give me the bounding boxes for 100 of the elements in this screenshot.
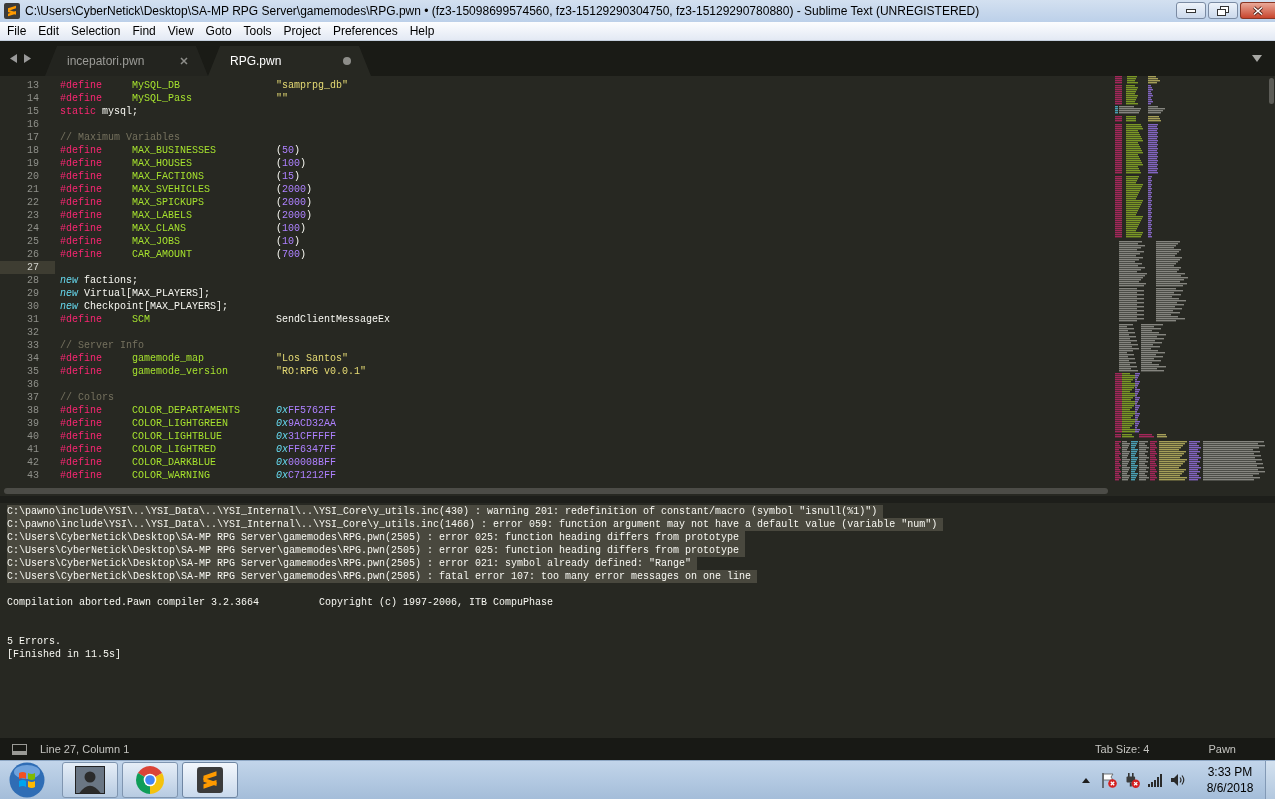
line-number: 25	[27, 236, 39, 247]
line-number: 29	[27, 288, 39, 299]
line-number: 38	[27, 405, 39, 416]
speaker-icon[interactable]	[1170, 773, 1186, 787]
menu-item[interactable]: Edit	[32, 22, 66, 40]
s-logo-icon	[4, 3, 20, 19]
close-icon	[1252, 5, 1264, 16]
code-line: #define MAX_FACTIONS (15)	[59, 170, 301, 183]
code-line: #define COLOR_LIGHTGREEN 0x9ACD32AA	[59, 417, 337, 430]
line-number: 23	[27, 210, 39, 221]
line-number: 18	[27, 145, 39, 156]
restore-button[interactable]	[1208, 2, 1238, 19]
code-line: #define MAX_HOUSES (100)	[59, 157, 307, 170]
code-line: #define gamemode_version "RO:RPG v0.0.1"	[59, 365, 367, 378]
code-line: #define CAR_AMOUNT (700)	[59, 248, 307, 261]
code-line: #define MAX_LABELS (2000)	[59, 209, 313, 222]
code-comment: // Maximum Variables	[59, 131, 181, 144]
line-number: 41	[27, 444, 39, 455]
left-arrow-icon[interactable]	[10, 54, 17, 63]
line-number: 39	[27, 418, 39, 429]
code-line: #define COLOR_WARNING 0xC71212FF	[59, 469, 337, 482]
taskbar-button[interactable]	[62, 762, 118, 798]
code-line: #define COLOR_LIGHTRED 0xFF6347FF	[59, 443, 337, 456]
line-number: 42	[27, 457, 39, 468]
dropdown-arrow-icon[interactable]	[1252, 55, 1262, 62]
tricolor-circle-icon	[136, 766, 164, 794]
menu-item[interactable]: Goto	[199, 22, 238, 40]
line-number: 14	[27, 93, 39, 104]
line-number: 26	[27, 249, 39, 260]
code-line: #define MAX_BUSINESSES (50)	[59, 144, 301, 157]
code-comment: // Server Info	[59, 339, 144, 352]
close-icon[interactable]	[180, 57, 188, 65]
line-number: 40	[27, 431, 39, 442]
windows-logo-icon	[9, 762, 45, 798]
menu-item[interactable]: Help	[403, 22, 441, 40]
scrollbar-thumb[interactable]	[1269, 78, 1274, 104]
line-number: 30	[27, 301, 39, 312]
code-line: #define SCM SendClientMessageEx	[59, 313, 391, 326]
code-line: #define COLOR_DARKBLUE 0x00008BFF	[59, 456, 337, 469]
tab-size[interactable]: Tab Size: 4	[1095, 743, 1150, 755]
taskbar-button[interactable]	[182, 762, 238, 798]
line-number: 37	[27, 392, 39, 403]
output-line: Copyright (c) 1997-2006, ITB CompuPhase	[319, 597, 554, 608]
line-number: 43	[27, 470, 39, 481]
menu-item[interactable]: File	[1, 22, 33, 40]
clock-date[interactable]: 8/6/2018	[1206, 780, 1254, 796]
dot-icon[interactable]	[343, 57, 351, 65]
line-number: 21	[27, 184, 39, 195]
line-number: 31	[27, 314, 39, 325]
close-button[interactable]	[1240, 2, 1275, 19]
line-number: 19	[27, 158, 39, 169]
code-line: #define MAX_JOBS (10)	[59, 235, 301, 248]
signal-bars-icon[interactable]	[1147, 773, 1163, 787]
code-line: #define gamemode_map "Los Santos"	[59, 352, 349, 365]
code-line: new factions;	[59, 274, 139, 287]
menu-item[interactable]: View	[161, 22, 200, 40]
code-line: new Checkpoint[MAX_PLAYERS];	[59, 300, 229, 313]
code-line: #define MAX_SPICKUPS (2000)	[59, 196, 313, 209]
plug-icon[interactable]	[1124, 772, 1140, 788]
panel-icon[interactable]	[12, 743, 27, 755]
person-silhouette-icon	[75, 766, 105, 794]
menu-item[interactable]: Project	[277, 22, 327, 40]
flag-icon[interactable]	[1101, 772, 1117, 788]
code-line: static mysql;	[59, 105, 139, 118]
menu-item[interactable]: Preferences	[326, 22, 404, 40]
line-number: 20	[27, 171, 39, 182]
menu-item[interactable]: Selection	[65, 22, 127, 40]
right-arrow-icon[interactable]	[24, 54, 31, 63]
syntax-name[interactable]: Pawn	[1208, 743, 1236, 755]
code-line: #define COLOR_LIGHTBLUE 0x31CFFFFF	[59, 430, 337, 443]
menu-item[interactable]: Find	[126, 22, 162, 40]
code-comment: // Colors	[59, 391, 114, 404]
menu-item[interactable]: Tools	[237, 22, 278, 40]
minimize-button[interactable]	[1176, 2, 1206, 19]
output-line: 5 Errors.	[7, 636, 61, 647]
line-number: 15	[27, 106, 39, 117]
code-line: #define MAX_SVEHICLES (2000)	[59, 183, 313, 196]
line-number: 34	[27, 353, 39, 364]
editor-tab[interactable]: incepatori.pwn	[45, 46, 208, 76]
clock-time[interactable]: 3:33 PM	[1207, 764, 1253, 780]
line-number: 16	[27, 119, 39, 130]
code-line: #define COLOR_DEPARTAMENTS 0xFF5762FF	[59, 404, 337, 417]
line-number: 28	[27, 275, 39, 286]
line-number: 32	[27, 327, 39, 338]
line-number: 33	[27, 340, 39, 351]
editor-tab[interactable]: RPG.pwn	[208, 46, 371, 76]
horizontal-scrollbar-thumb[interactable]	[4, 488, 1108, 494]
code-line: new Virtual[MAX_PLAYERS];	[59, 287, 211, 300]
up-arrow-icon[interactable]	[1082, 777, 1090, 783]
output-line: Compilation aborted.Pawn compiler 3.2.3664	[7, 597, 260, 608]
window-title: C:\Users\CyberNetick\Desktop\SA-MP RPG Server\gamemodes\RPG.pwn • (fz3-15098699574560, fz3-15129290304750, fz3-15129290780880) - Sublime Text (UNREGISTERED)	[25, 4, 981, 18]
s-logo-icon	[197, 767, 223, 793]
line-number: 27	[27, 262, 39, 273]
code-line: #define MAX_CLANS (100)	[59, 222, 307, 235]
minimize-icon	[1186, 8, 1196, 13]
output-line: [Finished in 11.5s]	[7, 649, 122, 660]
cursor-position: Line 27, Column 1	[40, 743, 130, 755]
line-number: 17	[27, 132, 39, 143]
restore-icon	[1217, 5, 1229, 16]
code-line: #define MySQL_DB "samprpg_db"	[59, 79, 349, 92]
